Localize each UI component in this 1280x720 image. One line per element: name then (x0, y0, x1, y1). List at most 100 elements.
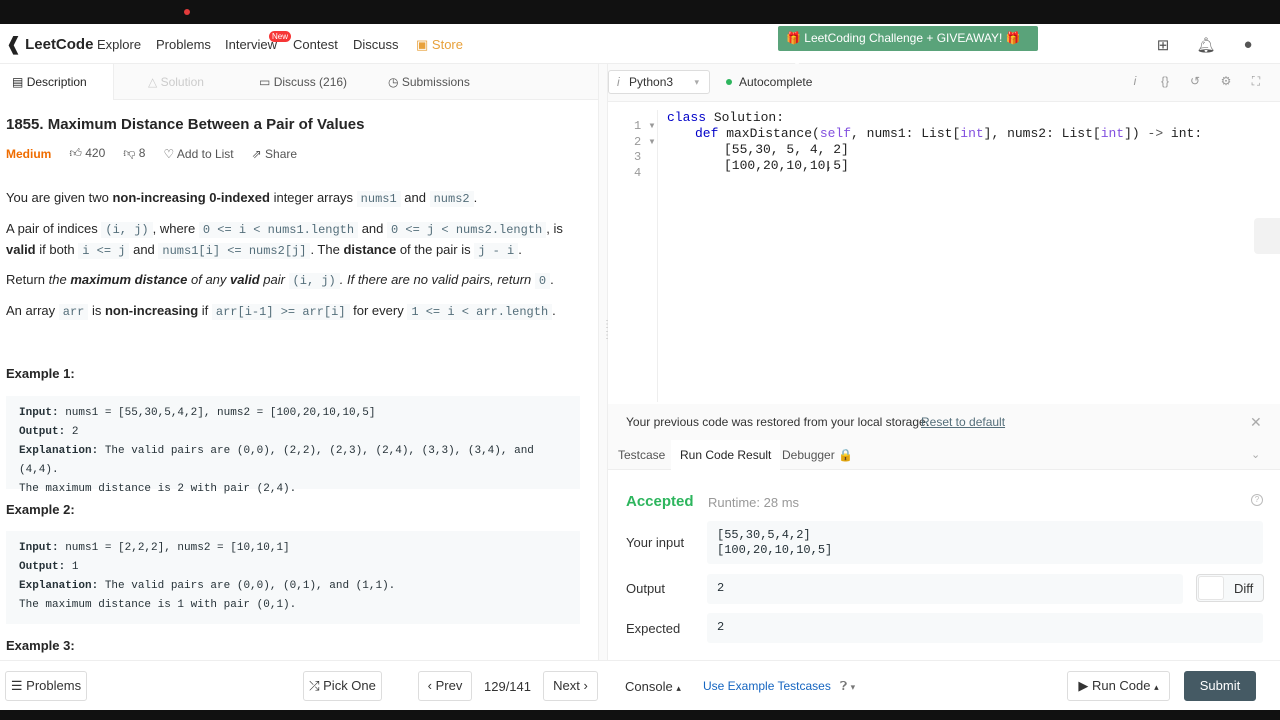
line-number: 3 (634, 150, 641, 164)
text: , where (152, 221, 199, 236)
input-line: [55,30,5,4,2] (717, 528, 811, 542)
inline-code: nums1 (356, 191, 401, 207)
notice-text: Your previous code was restored from you… (626, 415, 930, 429)
use-example-testcases-link[interactable]: Use Example Testcases (703, 679, 831, 693)
text: integer arrays (269, 190, 357, 205)
desc-paragraph-2: A pair of indices (i, j), where 0 <= i <… (6, 219, 586, 261)
shuffle-icon: ⤮ (309, 678, 320, 693)
example-1-title: Example 1: (6, 366, 75, 381)
tab-run-code-result[interactable]: Run Code Result (671, 440, 781, 470)
notification-bell-icon[interactable]: 🔔︎ (1196, 36, 1216, 54)
nav-contest[interactable]: Contest (293, 37, 338, 52)
like-button[interactable]: 👍︎ 420 (69, 146, 105, 161)
tab-submissions[interactable]: ◷ Submissions (388, 64, 470, 100)
tab-description[interactable]: ▤ Description (0, 64, 114, 100)
text: for every (349, 303, 408, 318)
code-arrow: -> (1147, 126, 1164, 141)
nav-discuss[interactable]: Discuss (353, 37, 399, 52)
leetcode-logo-icon: ❰ (6, 34, 22, 54)
add-to-list-button[interactable]: ♡ Add to List (163, 147, 233, 161)
code-line-3: [55,30, 5, 4, 2] (724, 142, 849, 157)
inline-code: arr[i-1] >= arr[i] (211, 304, 350, 320)
prev-button[interactable]: ‹ Prev (418, 671, 472, 701)
panel-splitter[interactable]: ⋮ ⋮ (598, 64, 612, 660)
leetcode-logo[interactable]: ❰ LeetCode (6, 34, 93, 55)
console-tabs: Testcase Run Code Result Debugger 🔒 ⌄ (608, 440, 1280, 470)
side-tab-handle[interactable] (1254, 218, 1280, 254)
toggle-knob (1198, 576, 1224, 600)
autocomplete-toggle[interactable]: Autocomplete (726, 75, 812, 89)
diff-label: Diff (1234, 581, 1254, 596)
settings-icon[interactable]: ⚙ (1217, 74, 1235, 88)
collapse-chevron-icon[interactable]: ⌄ (1251, 448, 1260, 461)
nav-store[interactable]: ▣ Store (416, 37, 463, 53)
reset-icon[interactable]: ↺ (1186, 74, 1204, 88)
clock-icon: ◷ (388, 75, 399, 89)
tab-discuss[interactable]: ▭ Discuss (216) (259, 64, 347, 100)
tab-solution[interactable]: △ Solution (148, 64, 204, 100)
tab-debugger[interactable]: Debugger 🔒 (782, 440, 853, 470)
code-editor[interactable]: 1 ▾ 2 ▾ 3 4 class Solution: def maxDista… (608, 102, 1280, 402)
example-input: nums1 = [55,30,5,4,2], nums2 = [100,20,1… (58, 407, 376, 419)
editor-toolbar: i Python3 ▾ Autocomplete i {} ↺ ⚙ ⛶ (608, 64, 1280, 102)
nav-problems[interactable]: Problems (156, 37, 211, 52)
playground-icon[interactable]: ⊞ (1153, 36, 1173, 54)
text-italic: the (48, 272, 71, 287)
tab-solution-label: Solution (160, 75, 204, 89)
problem-description: 1855. Maximum Distance Between a Pair of… (0, 100, 598, 660)
question-icon: ❓︎ (840, 679, 848, 693)
text-italic: of any (187, 272, 231, 287)
chevron-right-icon: › (583, 678, 588, 693)
dislike-button[interactable]: 👎︎ 8 (123, 146, 145, 161)
language-select[interactable]: i Python3 ▾ (608, 70, 710, 94)
text-bold: non-increasing 0-indexed (112, 190, 270, 205)
inline-code: nums1[i] <= nums2[j] (158, 243, 311, 259)
challenge-banner[interactable]: 🎁 LeetCoding Challenge + GIVEAWAY! 🎁 ✕ (778, 26, 1038, 70)
console-button[interactable]: Console ▴ (625, 679, 681, 694)
fold-icon[interactable]: ▾ (648, 119, 655, 133)
run-code-button[interactable]: ▶ Run Code ▴ (1067, 671, 1170, 701)
example-input: nums1 = [2,2,2], nums2 = [10,10,1] (58, 542, 290, 554)
keyword: class (667, 110, 707, 125)
text: and (129, 242, 159, 257)
line-num: 3 (634, 150, 642, 164)
desc-paragraph-4: An array arr is non-increasing if arr[i-… (6, 301, 586, 322)
info-icon: i (617, 75, 620, 89)
example-1-block: Input: nums1 = [55,30,5,4,2], nums2 = [1… (6, 396, 580, 495)
line-gutter: 1 ▾ 2 ▾ 3 4 (608, 110, 658, 402)
desc-paragraph-3: Return the maximum distance of any valid… (6, 270, 586, 291)
tab-testcase[interactable]: Testcase (618, 440, 665, 470)
expected-label: Expected (626, 621, 681, 636)
text-bold: distance (343, 242, 397, 257)
text: if both (35, 242, 79, 257)
help-dropdown[interactable]: ❓︎ ▾ (840, 679, 855, 694)
code-text: maxDistance( (718, 126, 820, 141)
fullscreen-icon[interactable]: ⛶ (1247, 74, 1265, 89)
pick-one-button[interactable]: ⤮ Pick One (303, 671, 382, 701)
diff-toggle[interactable]: Diff (1196, 574, 1264, 602)
braces-icon[interactable]: {} (1156, 74, 1174, 88)
store-icon: ▣ (416, 37, 429, 52)
solution-icon: △ (148, 75, 158, 89)
inline-code: (i, j) (101, 222, 153, 238)
info-icon[interactable]: i (1126, 74, 1144, 88)
example-2-block: Input: nums1 = [2,2,2], nums2 = [10,10,1… (6, 531, 580, 624)
user-avatar-icon[interactable]: ● (1238, 36, 1258, 54)
your-input-label: Your input (626, 535, 685, 550)
next-button[interactable]: Next › (543, 671, 598, 701)
close-icon[interactable]: ✕ (1250, 414, 1262, 431)
discuss-icon: ▭ (259, 75, 271, 89)
logo-text: LeetCode (25, 36, 94, 53)
problems-button[interactable]: ☰ Problems (5, 671, 87, 701)
submit-button[interactable]: Submit (1184, 671, 1256, 701)
description-icon: ▤ (12, 75, 24, 89)
example-explanation-2: The maximum distance is 2 with pair (2,4… (19, 483, 297, 495)
reset-to-default-link[interactable]: Reset to default (921, 415, 1005, 429)
help-icon[interactable]: ? (1251, 494, 1263, 506)
label: Input: (19, 407, 59, 419)
fold-icon[interactable]: ▾ (648, 135, 655, 149)
banner-text: 🎁 LeetCoding Challenge + GIVEAWAY! 🎁 (786, 31, 1021, 45)
nav-explore[interactable]: Explore (97, 37, 141, 52)
share-button[interactable]: ⇗ Share (252, 147, 297, 161)
line-number: 4 (634, 166, 641, 180)
